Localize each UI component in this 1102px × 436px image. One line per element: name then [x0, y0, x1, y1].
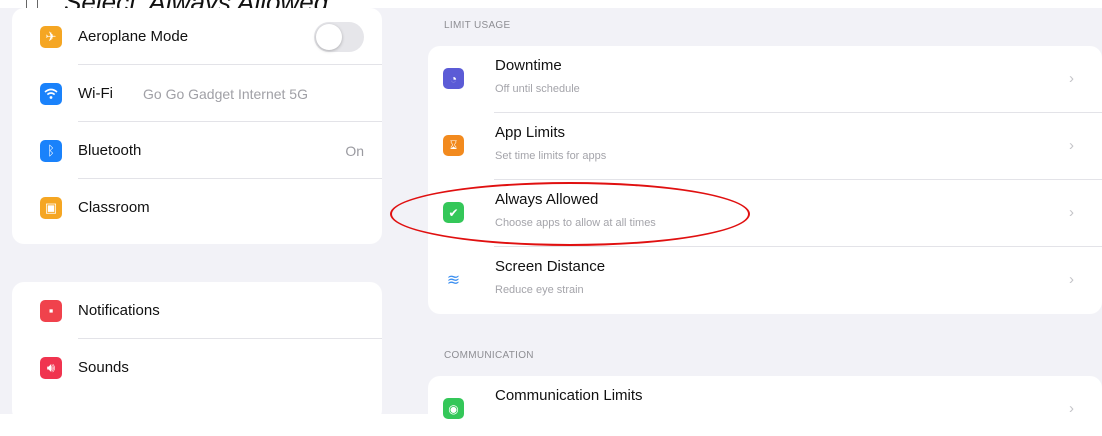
row-subtitle: Choose apps to allow at all times — [495, 217, 656, 229]
aeroplane-mode-toggle[interactable] — [314, 21, 364, 52]
row-title: Always Allowed — [495, 191, 599, 208]
limit-usage-group: ◔ Downtime Off until schedule › ⌛︎ App L… — [428, 46, 1102, 314]
chevron-right-icon: › — [1069, 271, 1074, 288]
row-subtitle: Reduce eye strain — [495, 284, 584, 296]
sidebar-item-label: Notifications — [78, 302, 160, 319]
row-title: Communication Limits — [495, 387, 643, 404]
airplane-icon: ✈ — [40, 25, 62, 48]
row-title: Downtime — [495, 57, 562, 74]
sidebar-item-sounds[interactable]: 🔊︎ Sounds — [12, 339, 382, 396]
sidebar-item-aeroplane-mode[interactable]: ✈ Aeroplane Mode — [12, 8, 382, 65]
bluetooth-status: On — [345, 142, 364, 159]
row-title: Screen Distance — [495, 258, 606, 275]
wifi-icon — [40, 82, 62, 105]
chevron-right-icon: › — [1069, 70, 1074, 87]
chevron-right-icon: › — [1069, 204, 1074, 221]
checkmark-icon: ✔ — [443, 202, 464, 223]
classroom-icon: ▣ — [40, 196, 62, 219]
row-always-allowed[interactable]: ✔ Always Allowed Choose apps to allow at… — [428, 180, 1102, 247]
section-header-limit-usage: LIMIT USAGE — [444, 20, 511, 31]
downtime-icon: ◔ — [443, 68, 464, 89]
hourglass-icon: ⌛︎ — [443, 135, 464, 156]
bluetooth-icon: ᛒ — [40, 139, 62, 162]
toggle-knob — [316, 23, 342, 50]
sidebar-item-bluetooth[interactable]: ᛒ Bluetooth On — [12, 122, 382, 179]
sidebar-item-wifi[interactable]: Wi-Fi Go Go Gadget Internet 5G — [12, 65, 382, 122]
screen-distance-icon: ≋ — [446, 271, 461, 289]
sidebar-item-label: Bluetooth — [78, 142, 142, 159]
sidebar-item-label: Sounds — [78, 359, 129, 376]
row-downtime[interactable]: ◔ Downtime Off until schedule › — [428, 46, 1102, 113]
sidebar-item-label: Aeroplane Mode — [78, 28, 189, 45]
row-subtitle: Off until schedule — [495, 83, 580, 95]
sounds-icon: 🔊︎ — [40, 356, 62, 379]
settings-group-notifications: ▪ Notifications 🔊︎ Sounds — [12, 282, 382, 422]
sidebar-item-notifications[interactable]: ▪ Notifications — [12, 282, 382, 339]
communication-icon: ◉ — [443, 398, 464, 419]
row-title: App Limits — [495, 124, 566, 141]
chevron-right-icon: › — [1069, 137, 1074, 154]
sidebar-item-classroom[interactable]: ▣ Classroom — [12, 179, 382, 236]
row-subtitle: Set time limits for apps — [495, 150, 607, 162]
sidebar-item-label: Wi-Fi — [78, 85, 113, 102]
wifi-network-name: Go Go Gadget Internet 5G — [143, 85, 308, 102]
section-header-communication: COMMUNICATION — [444, 350, 534, 361]
sidebar-item-label: Classroom — [78, 199, 150, 216]
chevron-right-icon: › — [1069, 400, 1074, 417]
row-communication-limits[interactable]: ◉ Communication Limits › — [428, 376, 1102, 436]
communication-group: ◉ Communication Limits › — [428, 376, 1102, 436]
row-app-limits[interactable]: ⌛︎ App Limits Set time limits for apps › — [428, 113, 1102, 180]
notifications-icon: ▪ — [40, 299, 62, 322]
settings-group-connectivity: ✈ Aeroplane Mode Wi-Fi Go Go Gadget Inte… — [12, 8, 382, 244]
row-screen-distance[interactable]: ≋ Screen Distance Reduce eye strain › — [428, 247, 1102, 314]
